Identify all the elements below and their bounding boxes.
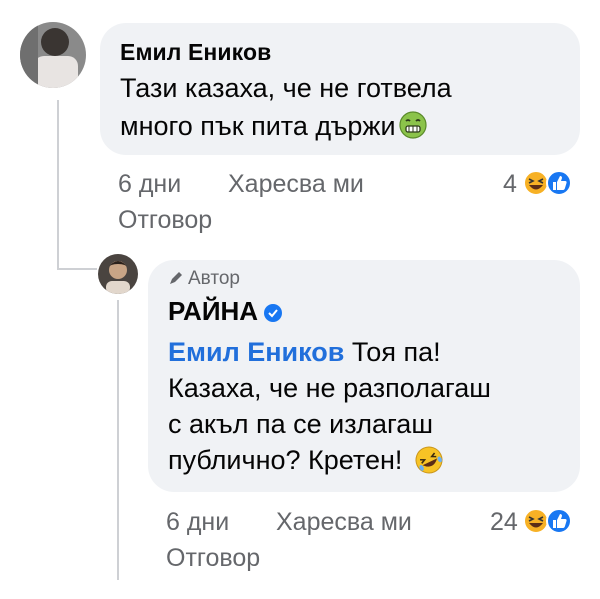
pencil-icon	[168, 270, 184, 292]
reply-reaction-count[interactable]: 24	[490, 508, 518, 537]
reply-mention[interactable]: Емил Еников	[168, 337, 344, 367]
reply-like-button[interactable]: Харесва ми	[276, 508, 412, 537]
verified-badge-icon	[264, 298, 283, 329]
reply-reply-button[interactable]: Отговор	[166, 544, 260, 573]
comment-text-line2-wrap: много пък пита държи	[120, 108, 428, 149]
author-badge: Автор	[168, 268, 240, 292]
reply-text-line1-wrap: Емил Еников Тоя па!	[168, 334, 441, 370]
like-icon	[546, 508, 572, 534]
comment-reaction-count[interactable]: 4	[503, 170, 517, 199]
nauseated-face-icon	[398, 110, 428, 149]
thread-line-curve	[57, 268, 97, 270]
reply-text-line1: Тоя па!	[351, 337, 441, 367]
comment-like-button[interactable]: Харесва ми	[228, 170, 364, 199]
comment-author[interactable]: Емил Еников	[120, 39, 271, 66]
thread-line-vertical	[57, 100, 59, 270]
reply-author-wrap[interactable]: РАЙНА	[168, 296, 283, 329]
reply-text-line3: с акъл па се излагаш	[168, 409, 433, 439]
comment-time[interactable]: 6 дни	[118, 170, 181, 199]
author-badge-label: Автор	[188, 268, 240, 289]
avatar-raina[interactable]	[98, 254, 138, 294]
reply-author[interactable]: РАЙНА	[168, 296, 258, 326]
comment-text-line2: много пък пита държи	[120, 111, 396, 141]
haha-icon	[523, 508, 549, 534]
reply-reactions[interactable]	[522, 506, 578, 536]
rolling-laughing-icon	[414, 445, 444, 484]
avatar-emil[interactable]	[20, 22, 86, 88]
haha-icon	[523, 170, 549, 196]
thread-line-reply	[117, 300, 119, 580]
reply-text-line4-wrap: публично? Кретен!	[168, 442, 444, 484]
comment-reply-button[interactable]: Отговор	[118, 206, 212, 235]
reply-time[interactable]: 6 дни	[166, 508, 229, 537]
like-icon	[546, 170, 572, 196]
comment-text-line1: Тази казаха, че не готвела	[120, 73, 452, 103]
reply-text-line2: Казаха, че не разполагаш	[168, 373, 491, 403]
comment-reactions[interactable]	[522, 168, 578, 198]
reply-text-line4: публично? Кретен!	[168, 445, 403, 475]
